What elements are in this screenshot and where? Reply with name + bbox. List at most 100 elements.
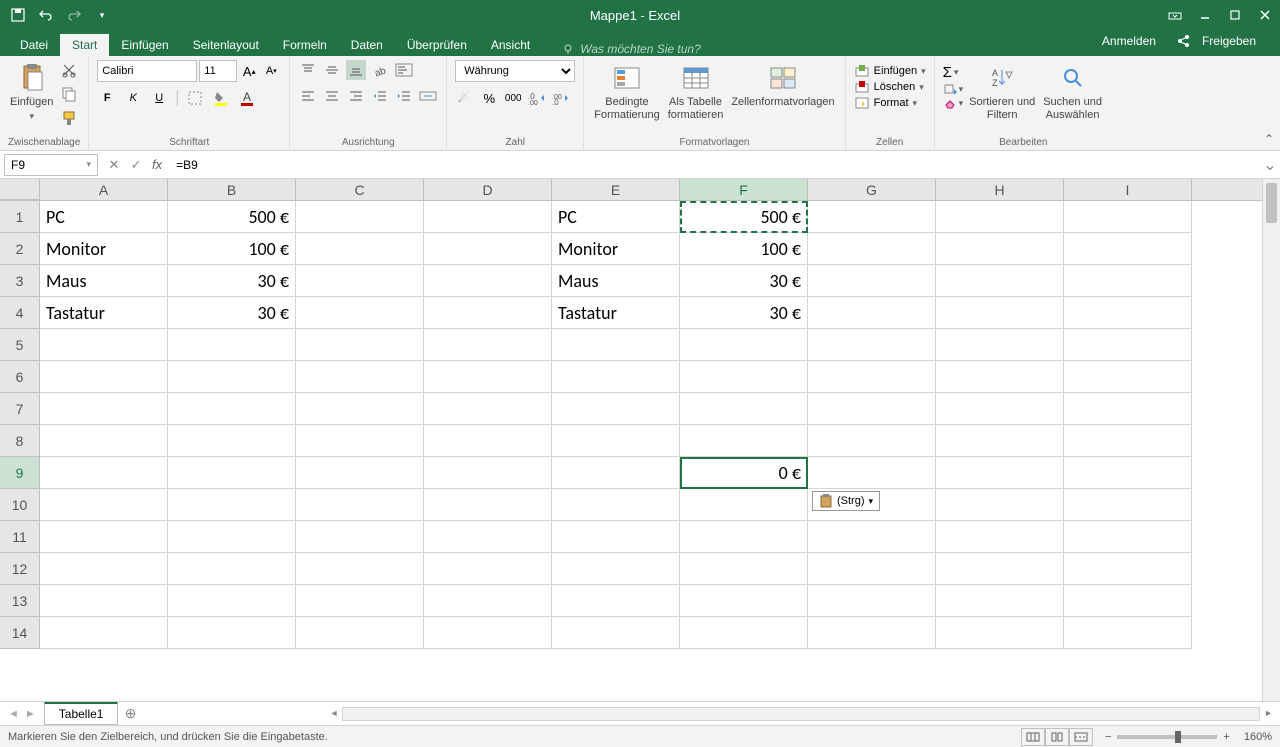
cell-E3[interactable]: Maus xyxy=(552,265,680,297)
decrease-decimal-icon[interactable]: .00.0 xyxy=(551,88,571,108)
clear-button[interactable]: ▾ xyxy=(943,97,964,109)
cell-G2[interactable] xyxy=(808,233,936,265)
increase-decimal-icon[interactable]: .0.00 xyxy=(527,88,547,108)
cell-I9[interactable] xyxy=(1064,457,1192,489)
row-header-6[interactable]: 6 xyxy=(0,361,40,393)
cell-D10[interactable] xyxy=(424,489,552,521)
tell-me-search[interactable]: Was möchten Sie tun? xyxy=(542,42,1094,56)
enter-formula-icon[interactable]: ✓ xyxy=(128,157,144,173)
cell-C11[interactable] xyxy=(296,521,424,553)
tab-review[interactable]: Überprüfen xyxy=(395,34,479,56)
col-header-D[interactable]: D xyxy=(424,179,552,200)
cell-B3[interactable]: 30 € xyxy=(168,265,296,297)
cell-D2[interactable] xyxy=(424,233,552,265)
cell-C3[interactable] xyxy=(296,265,424,297)
bold-icon[interactable]: F xyxy=(97,88,117,108)
cell-E13[interactable] xyxy=(552,585,680,617)
align-center-icon[interactable] xyxy=(322,86,342,106)
cell-D3[interactable] xyxy=(424,265,552,297)
sheet-nav-next[interactable]: ► xyxy=(25,708,36,720)
delete-cells-button[interactable]: Löschen▾ xyxy=(854,80,924,94)
cell-E9[interactable] xyxy=(552,457,680,489)
row-header-14[interactable]: 14 xyxy=(0,617,40,649)
cell-I12[interactable] xyxy=(1064,553,1192,585)
comma-icon[interactable]: 000 xyxy=(503,88,523,108)
zoom-in-button[interactable]: + xyxy=(1223,731,1229,743)
cell-B6[interactable] xyxy=(168,361,296,393)
font-size-combo[interactable] xyxy=(199,60,237,82)
cell-I5[interactable] xyxy=(1064,329,1192,361)
cell-A6[interactable] xyxy=(40,361,168,393)
orientation-icon[interactable]: ab xyxy=(370,60,390,80)
sort-filter-button[interactable]: AZ Sortieren und Filtern xyxy=(967,60,1037,124)
row-header-1[interactable]: 1 xyxy=(0,201,40,233)
find-select-button[interactable]: Suchen und Auswählen xyxy=(1041,60,1104,124)
merge-icon[interactable] xyxy=(418,86,438,106)
italic-icon[interactable]: K xyxy=(123,88,143,108)
cell-F2[interactable]: 100 € xyxy=(680,233,808,265)
row-header-13[interactable]: 13 xyxy=(0,585,40,617)
insert-cells-button[interactable]: Einfügen▾ xyxy=(854,64,926,78)
conditional-formatting-button[interactable]: Bedingte Formatierung xyxy=(592,60,661,124)
decrease-indent-icon[interactable] xyxy=(370,86,390,106)
page-break-view-icon[interactable] xyxy=(1069,728,1093,746)
increase-font-icon[interactable]: A▴ xyxy=(239,61,259,81)
qat-dropdown-icon[interactable]: ▾ xyxy=(94,7,110,23)
zoom-slider[interactable] xyxy=(1117,735,1217,739)
cell-D6[interactable] xyxy=(424,361,552,393)
cell-A8[interactable] xyxy=(40,425,168,457)
signin-link[interactable]: Anmelden xyxy=(1094,30,1164,52)
cell-F8[interactable] xyxy=(680,425,808,457)
col-header-C[interactable]: C xyxy=(296,179,424,200)
vertical-scrollbar[interactable] xyxy=(1262,179,1280,701)
cell-H2[interactable] xyxy=(936,233,1064,265)
undo-icon[interactable] xyxy=(38,7,54,23)
cell-C13[interactable] xyxy=(296,585,424,617)
cell-I1[interactable] xyxy=(1064,201,1192,233)
cell-D4[interactable] xyxy=(424,297,552,329)
cell-H14[interactable] xyxy=(936,617,1064,649)
tab-insert[interactable]: Einfügen xyxy=(109,34,180,56)
cell-F10[interactable] xyxy=(680,489,808,521)
cell-G13[interactable] xyxy=(808,585,936,617)
cell-C8[interactable] xyxy=(296,425,424,457)
border-icon[interactable] xyxy=(185,88,205,108)
cell-D12[interactable] xyxy=(424,553,552,585)
cell-C10[interactable] xyxy=(296,489,424,521)
format-painter-icon[interactable] xyxy=(59,108,79,128)
cell-A11[interactable] xyxy=(40,521,168,553)
cell-D11[interactable] xyxy=(424,521,552,553)
align-top-icon[interactable] xyxy=(298,60,318,80)
tab-home[interactable]: Start xyxy=(60,34,109,56)
cell-E12[interactable] xyxy=(552,553,680,585)
font-name-combo[interactable] xyxy=(97,60,197,82)
cancel-formula-icon[interactable]: ✕ xyxy=(106,157,122,173)
cell-I11[interactable] xyxy=(1064,521,1192,553)
format-as-table-button[interactable]: Als Tabelle formatieren xyxy=(666,60,726,124)
cell-G14[interactable] xyxy=(808,617,936,649)
cell-F12[interactable] xyxy=(680,553,808,585)
increase-indent-icon[interactable] xyxy=(394,86,414,106)
cell-F6[interactable] xyxy=(680,361,808,393)
cell-G9[interactable] xyxy=(808,457,936,489)
cell-F4[interactable]: 30 € xyxy=(680,297,808,329)
cell-B11[interactable] xyxy=(168,521,296,553)
formula-input[interactable] xyxy=(170,154,1260,176)
cell-C7[interactable] xyxy=(296,393,424,425)
cell-B8[interactable] xyxy=(168,425,296,457)
cell-I13[interactable] xyxy=(1064,585,1192,617)
cell-G3[interactable] xyxy=(808,265,936,297)
cell-H11[interactable] xyxy=(936,521,1064,553)
col-header-H[interactable]: H xyxy=(936,179,1064,200)
cell-B2[interactable]: 100 € xyxy=(168,233,296,265)
cell-E7[interactable] xyxy=(552,393,680,425)
tab-view[interactable]: Ansicht xyxy=(479,34,542,56)
share-button[interactable]: Freigeben xyxy=(1168,26,1272,56)
cell-I4[interactable] xyxy=(1064,297,1192,329)
cell-G5[interactable] xyxy=(808,329,936,361)
cell-C14[interactable] xyxy=(296,617,424,649)
select-all-corner[interactable] xyxy=(0,179,40,200)
cell-A13[interactable] xyxy=(40,585,168,617)
cell-B5[interactable] xyxy=(168,329,296,361)
format-cells-button[interactable]: Format▾ xyxy=(854,96,917,110)
